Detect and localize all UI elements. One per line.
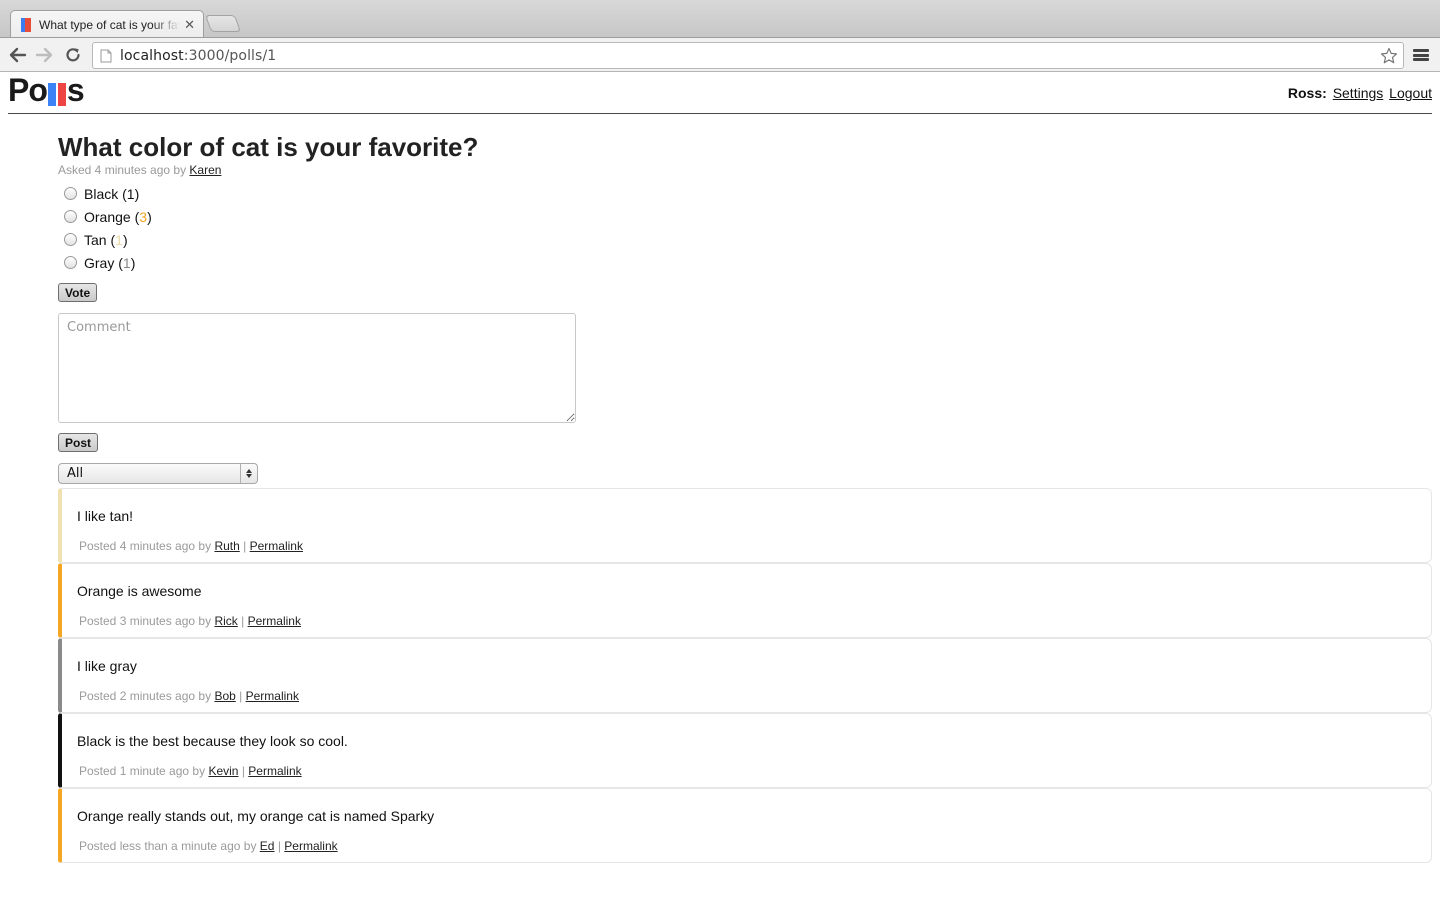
comment-item: I like gray Posted 2 minutes ago by Bob |… (58, 638, 1432, 713)
back-arrow-icon[interactable] (8, 45, 28, 65)
forward-arrow-icon[interactable] (34, 45, 54, 65)
bookmark-star-icon[interactable] (1379, 46, 1399, 66)
reload-icon[interactable] (63, 45, 83, 65)
browser-toolbar: localhost:3000/polls/1 (0, 37, 1440, 72)
poll-option[interactable]: Gray (1) (58, 251, 1432, 274)
tab-title: What type of cat is your favorite? (39, 17, 180, 32)
comment-text: I like tan! (77, 508, 134, 524)
address-bar[interactable]: localhost:3000/polls/1 (92, 42, 1404, 69)
option-label: Orange (84, 208, 131, 225)
comment-meta: Posted 2 minutes ago by Bob | Permalink (79, 689, 299, 703)
permalink-link[interactable]: Permalink (248, 764, 301, 778)
poll-meta: Asked 4 minutes ago by Karen (58, 163, 222, 177)
tab-close-icon[interactable]: ✕ (184, 17, 195, 33)
comment-item: Orange really stands out, my orange cat … (58, 788, 1432, 863)
permalink-link[interactable]: Permalink (250, 539, 303, 553)
url-text: localhost:3000/polls/1 (120, 47, 277, 64)
post-button[interactable]: Post (58, 433, 99, 452)
comment-author-link[interactable]: Ed (260, 839, 275, 853)
permalink-link[interactable]: Permalink (246, 689, 299, 703)
comment-meta: Posted 4 minutes ago by Ruth | Permalink (79, 539, 303, 553)
comment-text: Orange is awesome (77, 583, 202, 599)
poll-option[interactable]: Orange (3) (58, 205, 1432, 228)
favicon-icon (21, 17, 33, 32)
poll-options: Black (1) Orange (3) Tan (1) Gray (1) (58, 182, 1432, 274)
browser-tab-strip: What type of cat is your favorite? ✕ (0, 0, 1440, 38)
comment-item: Black is the best because they look so c… (58, 713, 1432, 788)
page-icon (100, 49, 112, 63)
poll-option[interactable]: Tan (1) (58, 228, 1432, 251)
new-tab-button[interactable] (204, 15, 242, 32)
vote-count: 3 (139, 208, 148, 225)
poll-title: What color of cat is your favorite? (58, 132, 479, 162)
comment-text: Orange really stands out, my orange cat … (77, 808, 435, 824)
comment-text: Black is the best because they look so c… (77, 733, 348, 749)
polls-logo[interactable]: Po s (8, 72, 85, 109)
comment-meta: Posted 1 minute ago by Kevin | Permalink (79, 764, 302, 778)
current-user: Ross: (1287, 85, 1327, 101)
logo-bars-icon (47, 83, 66, 106)
settings-link[interactable]: Settings (1333, 85, 1384, 101)
vote-count: 1 (126, 185, 135, 202)
comment-author-link[interactable]: Kevin (208, 764, 238, 778)
select-arrows-icon (240, 464, 257, 483)
vote-button[interactable]: Vote (58, 283, 98, 302)
option-label: Tan (84, 231, 107, 248)
permalink-link[interactable]: Permalink (284, 839, 337, 853)
comment-author-link[interactable]: Rick (214, 614, 237, 628)
comment-list: I like tan! Posted 4 minutes ago by Ruth … (58, 488, 1432, 863)
comment-author-link[interactable]: Bob (214, 689, 235, 703)
vote-count: 1 (122, 254, 131, 271)
option-label: Black (84, 185, 119, 202)
comment-item: I like tan! Posted 4 minutes ago by Ruth … (58, 488, 1432, 563)
radio-button[interactable] (64, 233, 77, 246)
poll-page: What color of cat is your favorite? Aske… (58, 130, 1432, 863)
app-header: Po s Ross: Settings Logout (8, 72, 1432, 114)
browser-tab[interactable]: What type of cat is your favorite? ✕ (10, 10, 204, 38)
user-nav: Ross: Settings Logout (1288, 85, 1432, 101)
comment-text: I like gray (77, 658, 137, 674)
option-label: Gray (84, 254, 115, 271)
poll-author-link[interactable]: Karen (189, 163, 221, 177)
permalink-link[interactable]: Permalink (248, 614, 301, 628)
radio-button[interactable] (64, 256, 77, 269)
vote-count: 1 (115, 231, 123, 248)
comment-item: Orange is awesome Posted 3 minutes ago by… (58, 563, 1432, 638)
radio-button[interactable] (64, 187, 77, 200)
browser-menu-icon[interactable] (1413, 47, 1429, 63)
comment-meta: Posted less than a minute ago by Ed | Pe… (79, 839, 338, 853)
comment-filter-select[interactable]: All (58, 463, 258, 484)
radio-button[interactable] (64, 210, 77, 223)
comment-author-link[interactable]: Ruth (214, 539, 239, 553)
logout-link[interactable]: Logout (1389, 85, 1432, 101)
poll-option[interactable]: Black (1) (58, 182, 1432, 205)
comment-textarea[interactable] (58, 313, 576, 423)
comment-meta: Posted 3 minutes ago by Rick | Permalink (79, 614, 301, 628)
